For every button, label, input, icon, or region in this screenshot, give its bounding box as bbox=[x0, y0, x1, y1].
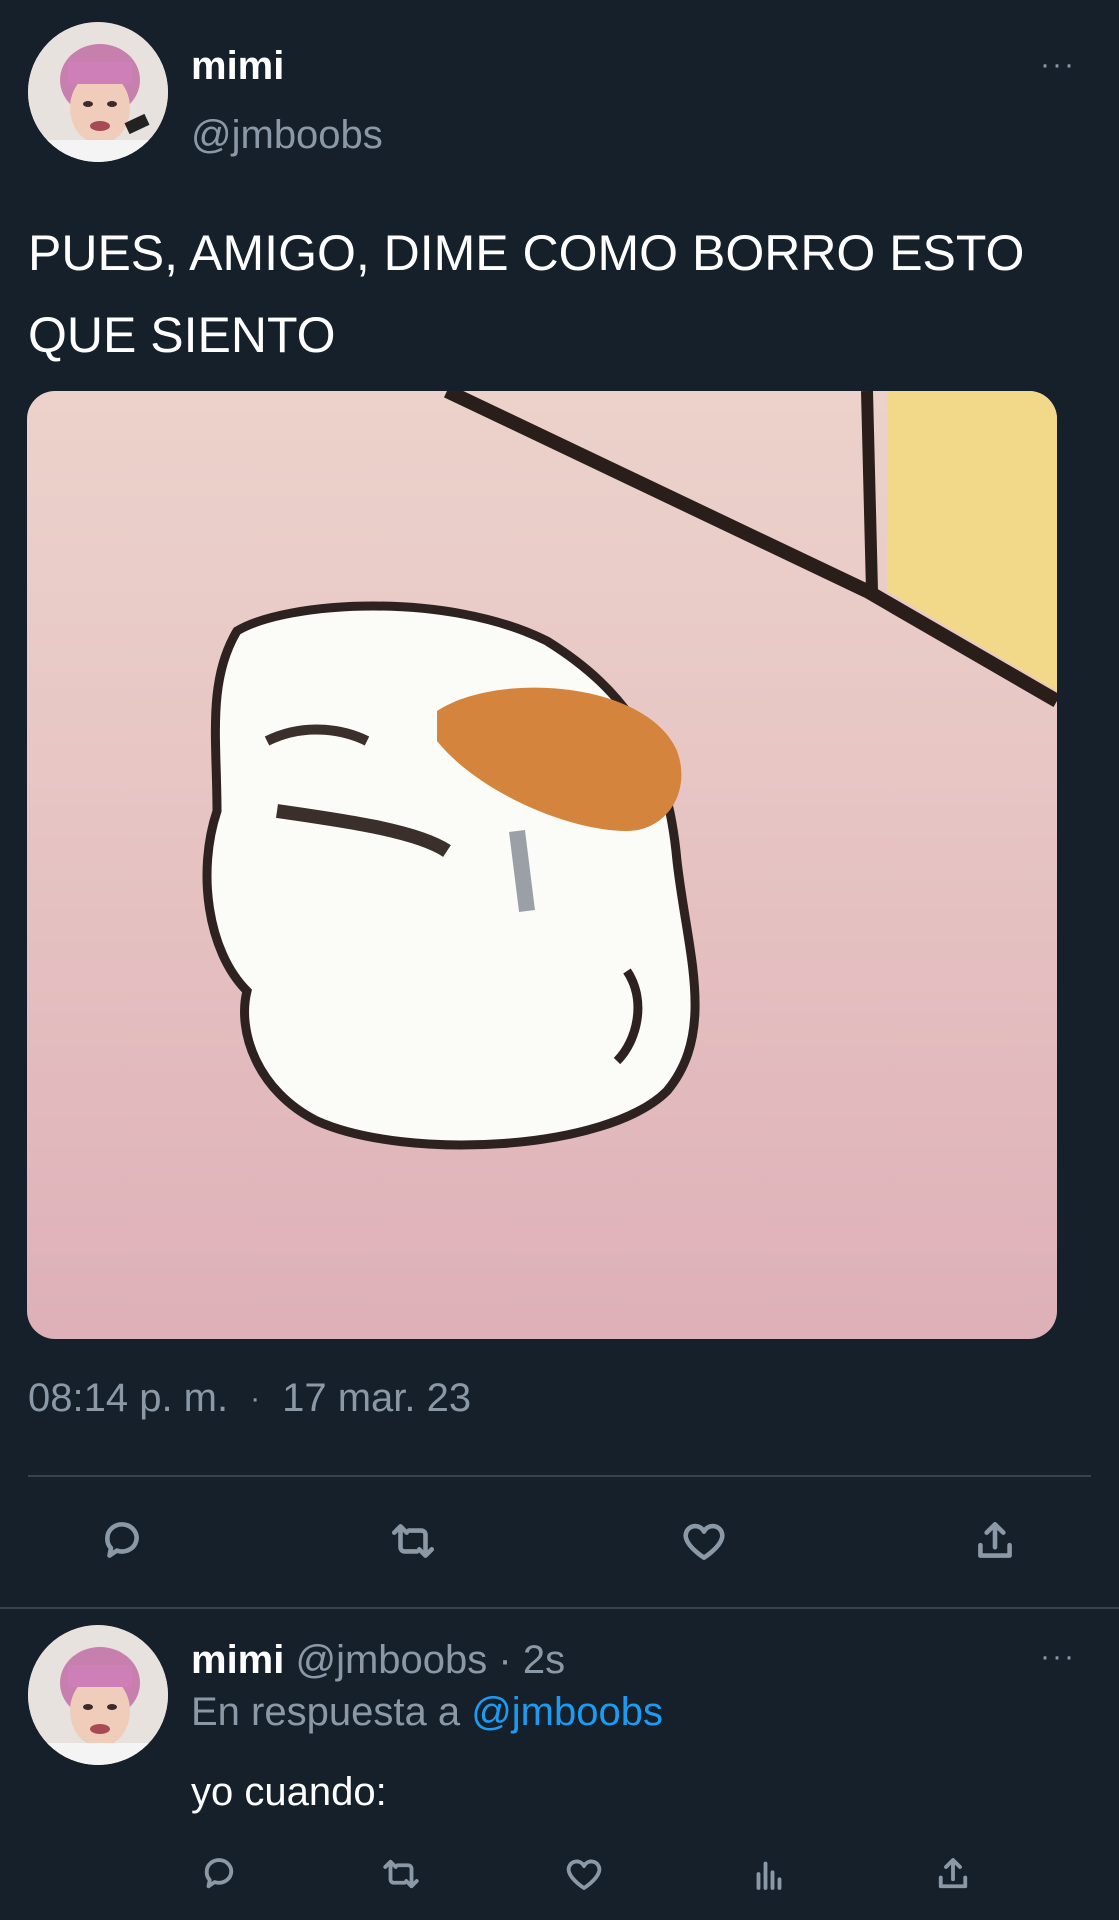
reply-more-options-icon[interactable]: ··· bbox=[1040, 1640, 1076, 1674]
more-options-icon[interactable]: ··· bbox=[1040, 48, 1076, 82]
reply-retweet-button[interactable] bbox=[373, 1846, 429, 1902]
analytics-icon[interactable] bbox=[741, 1846, 797, 1902]
tweet-date: 17 mar. 23 bbox=[282, 1376, 472, 1420]
author-avatar[interactable] bbox=[28, 22, 168, 162]
like-icon[interactable] bbox=[556, 1846, 612, 1902]
reply-author-avatar[interactable] bbox=[28, 1625, 168, 1765]
share-icon[interactable] bbox=[925, 1846, 981, 1902]
meme-illustration bbox=[202, 391, 1057, 1150]
reply-button[interactable] bbox=[94, 1513, 150, 1569]
divider bbox=[0, 1607, 1119, 1609]
author-handle[interactable]: @jmboobs bbox=[191, 113, 383, 158]
reply-share-button[interactable] bbox=[925, 1846, 981, 1902]
reply-analytics-button[interactable] bbox=[741, 1846, 797, 1902]
tweet-media-image[interactable] bbox=[27, 391, 1057, 1339]
divider bbox=[28, 1475, 1091, 1477]
reply-like-button[interactable] bbox=[556, 1846, 612, 1902]
reply-author-handle[interactable]: @jmboobs bbox=[295, 1638, 487, 1682]
author-name[interactable]: mimi bbox=[191, 44, 284, 89]
reply-text: yo cuando: bbox=[191, 1770, 387, 1814]
tweet-time: 08:14 p. m. bbox=[28, 1376, 229, 1420]
reply-time: · 2s bbox=[498, 1638, 566, 1682]
like-button[interactable] bbox=[676, 1513, 732, 1569]
like-icon[interactable] bbox=[676, 1513, 732, 1569]
tweet-text: PUES, AMIGO, DIME COMO BORRO ESTO QUE SI… bbox=[28, 212, 1024, 376]
retweet-icon[interactable] bbox=[385, 1513, 441, 1569]
reply-icon[interactable] bbox=[191, 1846, 247, 1902]
reply-header: mimi @jmboobs · 2s bbox=[191, 1638, 565, 1683]
share-icon[interactable] bbox=[967, 1513, 1023, 1569]
retweet-button[interactable] bbox=[385, 1513, 441, 1569]
share-button[interactable] bbox=[967, 1513, 1023, 1569]
replying-to: En respuesta a @jmboobs bbox=[191, 1690, 663, 1735]
tweet-text-line: QUE SIENTO bbox=[28, 307, 336, 363]
replying-to-label: En respuesta a bbox=[191, 1690, 461, 1734]
replying-to-handle-link[interactable]: @jmboobs bbox=[471, 1690, 663, 1734]
tweet-timestamp: 08:14 p. m. · 17 mar. 23 bbox=[28, 1376, 471, 1421]
tweet-text-line: PUES, AMIGO, DIME COMO BORRO ESTO bbox=[28, 225, 1025, 281]
reply-icon[interactable] bbox=[94, 1513, 150, 1569]
reply-reply-button[interactable] bbox=[191, 1846, 247, 1902]
timestamp-separator: · bbox=[250, 1381, 261, 1415]
retweet-icon[interactable] bbox=[373, 1846, 429, 1902]
reply-author-name[interactable]: mimi bbox=[191, 1638, 284, 1682]
